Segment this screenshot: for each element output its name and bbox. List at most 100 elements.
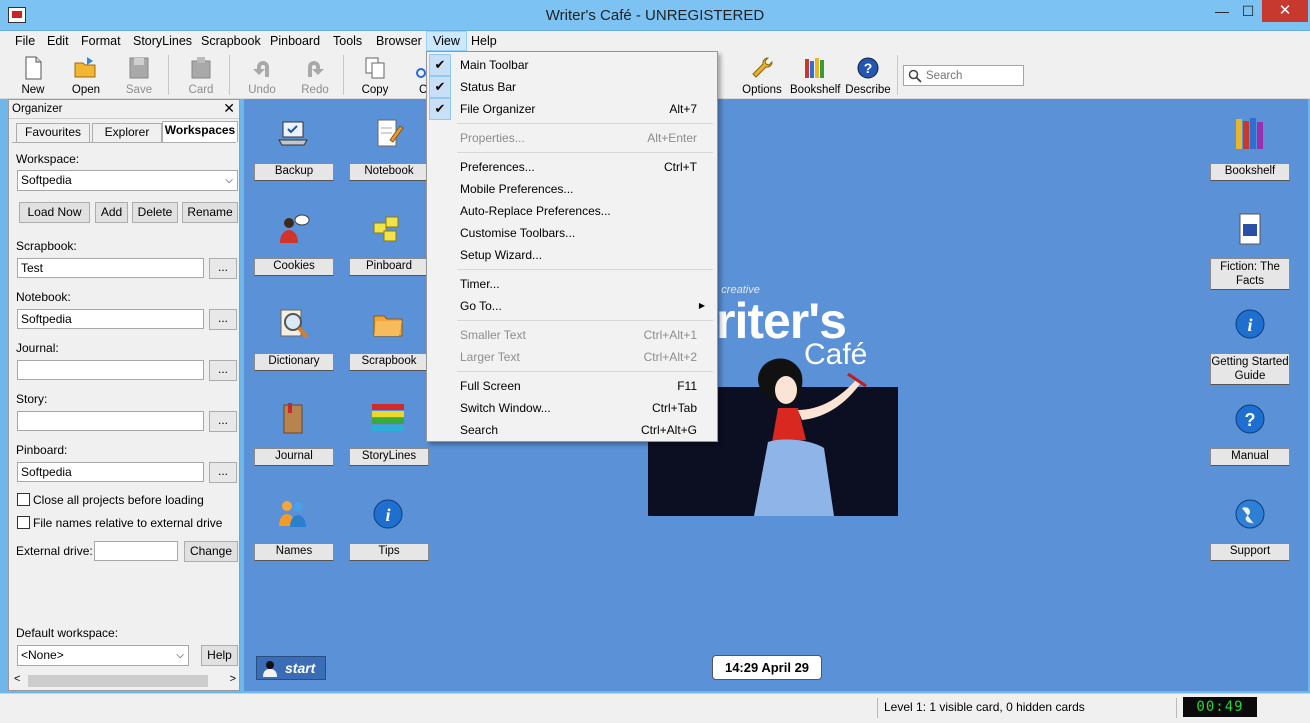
menu-item-file-organizer[interactable]: ✔ File Organizer Alt+7 [429, 98, 715, 120]
bookshelf-button[interactable]: Bookshelf [790, 53, 841, 97]
start-button[interactable]: start [256, 656, 326, 680]
minimize-button[interactable]: — [1209, 0, 1235, 22]
undo-button[interactable]: Undo [237, 53, 287, 97]
menu-browser[interactable]: Browser [370, 31, 428, 51]
delete-button[interactable]: Delete [132, 202, 178, 223]
pinboard-tile[interactable]: Pinboard [349, 258, 429, 276]
storylines-bars-icon[interactable] [370, 401, 406, 437]
cookies-person-icon[interactable] [275, 211, 311, 247]
menu-item-main-toolbar[interactable]: ✔ Main Toolbar [429, 54, 715, 76]
menu-item-full-screen[interactable]: Full Screen F11 [429, 375, 715, 397]
change-button[interactable]: Change [184, 541, 238, 562]
pinboard-browse-button[interactable]: ... [209, 462, 237, 483]
close-all-checkbox[interactable] [17, 493, 30, 506]
cut-button[interactable]: C [403, 53, 427, 97]
menu-item-preferences[interactable]: Preferences... Ctrl+T [429, 156, 715, 178]
load-now-button[interactable]: Load Now [19, 202, 90, 223]
scrapbook-folder-icon[interactable] [370, 306, 406, 342]
organizer-close-icon[interactable]: ✕ [223, 100, 235, 117]
close-button[interactable]: ✕ [1262, 0, 1308, 22]
menu-item-customise-toolbars[interactable]: Customise Toolbars... [429, 222, 715, 244]
help-button[interactable]: Help [201, 645, 238, 666]
bookshelf-tile[interactable]: Bookshelf [1210, 163, 1290, 181]
getting-started-info-icon[interactable]: i [1232, 306, 1268, 342]
scroll-left-icon[interactable]: < [14, 673, 20, 685]
menu-item-setup-wizard[interactable]: Setup Wizard... [429, 244, 715, 266]
menu-pinboard[interactable]: Pinboard [264, 31, 326, 51]
getting-started-guide-tile[interactable]: Getting Started Guide [1210, 353, 1290, 385]
notebook-tile[interactable]: Notebook [349, 163, 429, 181]
external-drive-field[interactable] [94, 541, 178, 561]
journal-field[interactable] [17, 360, 204, 380]
manual-tile[interactable]: Manual [1210, 448, 1290, 466]
support-tile[interactable]: Support [1210, 543, 1290, 561]
backup-tile[interactable]: Backup [254, 163, 334, 181]
tab-favourites[interactable]: Favourites [16, 123, 90, 142]
tips-info-icon[interactable]: i [370, 496, 406, 532]
menu-file[interactable]: File [9, 31, 41, 51]
menu-item-go-to[interactable]: Go To... ▶ [429, 295, 715, 317]
menu-edit[interactable]: Edit [41, 31, 75, 51]
rename-button[interactable]: Rename [182, 202, 238, 223]
search-box[interactable] [903, 65, 1024, 86]
story-field[interactable] [17, 411, 204, 431]
open-button[interactable]: Open [61, 53, 111, 97]
support-globe-icon[interactable] [1232, 496, 1268, 532]
organizer-horizontal-scrollbar[interactable]: < > [12, 673, 238, 689]
menu-tools[interactable]: Tools [327, 31, 368, 51]
manual-help-icon[interactable]: ? [1232, 401, 1268, 437]
menu-item-properties: Properties... Alt+Enter [460, 131, 697, 145]
names-tile[interactable]: Names [254, 543, 334, 561]
search-input[interactable] [926, 68, 1021, 83]
describe-button[interactable]: ? Describe [843, 53, 893, 97]
tips-tile[interactable]: Tips [349, 543, 429, 561]
save-button[interactable]: Save [114, 53, 164, 97]
workspace-select[interactable]: Softpedia ⌵ [17, 170, 238, 191]
menu-item-mobile-preferences[interactable]: Mobile Preferences... [429, 178, 715, 200]
notebook-field[interactable]: Softpedia [17, 309, 204, 329]
menu-storylines[interactable]: StoryLines [127, 31, 198, 51]
bookshelf-books-icon[interactable] [1232, 116, 1268, 152]
add-button[interactable]: Add [95, 202, 128, 223]
pinboard-field[interactable]: Softpedia [17, 462, 204, 482]
menu-help[interactable]: Help [465, 31, 503, 51]
dictionary-magnifier-icon[interactable] [275, 306, 311, 342]
copy-button[interactable]: Copy [350, 53, 400, 97]
menu-scrapbook[interactable]: Scrapbook [195, 31, 267, 51]
relative-names-checkbox[interactable] [17, 516, 30, 529]
journal-tile[interactable]: Journal [254, 448, 334, 466]
menu-item-search[interactable]: Search Ctrl+Alt+G [429, 419, 715, 441]
journal-book-icon[interactable] [275, 401, 311, 437]
maximize-button[interactable]: ☐ [1235, 0, 1261, 22]
scrapbook-browse-button[interactable]: ... [209, 258, 237, 279]
fiction-book-cover-icon[interactable] [1232, 211, 1268, 247]
redo-button[interactable]: Redo [290, 53, 340, 97]
menu-item-timer[interactable]: Timer... [429, 273, 715, 295]
fiction-the-facts-tile[interactable]: Fiction: The Facts [1210, 258, 1290, 290]
scrapbook-tile[interactable]: Scrapbook [349, 353, 429, 371]
tab-workspaces[interactable]: Workspaces [162, 121, 238, 142]
scroll-right-icon[interactable]: > [230, 673, 236, 685]
card-button[interactable]: Card [176, 53, 226, 97]
menu-format[interactable]: Format [75, 31, 127, 51]
cookies-tile[interactable]: Cookies [254, 258, 334, 276]
notebook-browse-button[interactable]: ... [209, 309, 237, 330]
journal-browse-button[interactable]: ... [209, 360, 237, 381]
notebook-pencil-icon[interactable] [370, 116, 406, 152]
menu-item-auto-replace[interactable]: Auto-Replace Preferences... [429, 200, 715, 222]
menu-item-switch-window[interactable]: Switch Window... Ctrl+Tab [429, 397, 715, 419]
names-people-icon[interactable] [275, 496, 311, 532]
menu-item-status-bar[interactable]: ✔ Status Bar [429, 76, 715, 98]
new-button[interactable]: New [8, 53, 58, 97]
pinboard-notes-icon[interactable] [370, 211, 406, 247]
storylines-tile[interactable]: StoryLines [349, 448, 429, 466]
scrollbar-thumb[interactable] [28, 675, 208, 687]
menu-view[interactable]: View [426, 31, 467, 51]
backup-laptop-icon[interactable] [275, 116, 311, 152]
tab-explorer[interactable]: Explorer [92, 123, 162, 142]
default-workspace-select[interactable]: <None> ⌵ [17, 645, 189, 666]
options-button[interactable]: Options [737, 53, 787, 97]
dictionary-tile[interactable]: Dictionary [254, 353, 334, 371]
scrapbook-field[interactable]: Test [17, 258, 204, 278]
story-browse-button[interactable]: ... [209, 411, 237, 432]
